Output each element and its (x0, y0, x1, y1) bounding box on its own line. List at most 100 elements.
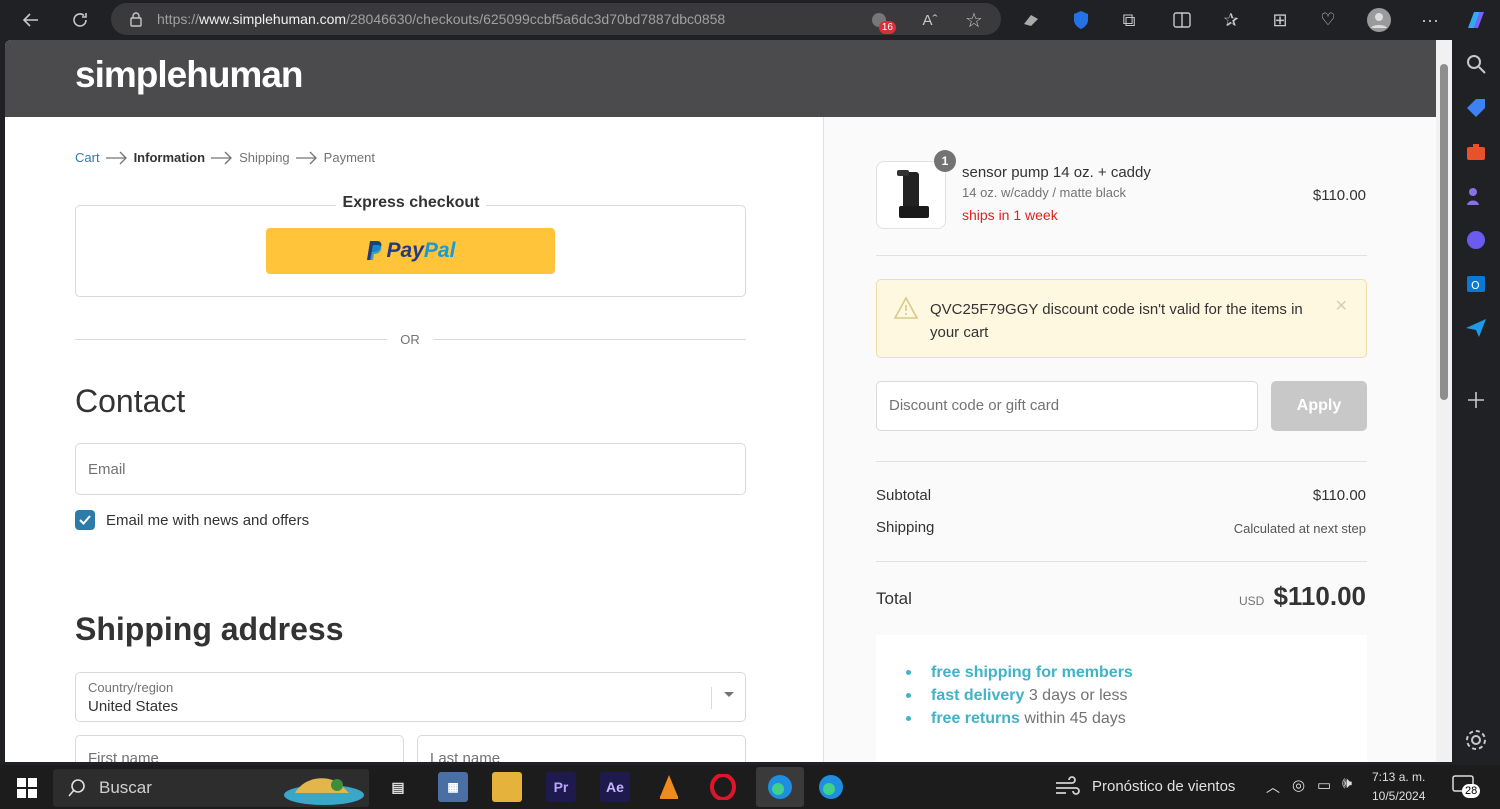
breadcrumb-arrow-icon (105, 151, 127, 164)
extension-shield-icon[interactable]: 16 (868, 8, 896, 34)
search-highlight-island-icon (284, 778, 364, 805)
checkout-main: Cart Information Shipping Payment Expres… (5, 117, 823, 762)
after-effects-icon[interactable]: Ae (600, 772, 630, 802)
last-name-field[interactable]: Last name (417, 735, 746, 762)
close-icon[interactable]: ✕ (1335, 296, 1348, 316)
page-scrollbar[interactable] (1436, 40, 1452, 762)
read-aloud-icon[interactable]: Aˆ (918, 8, 942, 32)
svg-text:O: O (1471, 279, 1480, 292)
vpn-shield-icon[interactable] (1069, 8, 1093, 32)
apply-button[interactable]: Apply (1271, 381, 1367, 431)
notification-center[interactable]: 28 (1452, 775, 1481, 799)
newsletter-checkbox-row[interactable]: Email me with news and offers (75, 510, 309, 530)
perk-highlight: free returns (931, 710, 1020, 727)
first-name-field[interactable]: First name (75, 735, 404, 762)
newsletter-checkbox[interactable] (75, 510, 95, 530)
volume-icon[interactable]: 🕪 (1342, 775, 1352, 793)
divider (876, 561, 1367, 562)
calculator-icon[interactable]: ▦ (438, 772, 468, 802)
perk-text: within 45 days (1019, 710, 1126, 727)
warning-text: QVC25F79GGY discount code isn't valid fo… (930, 301, 1303, 341)
weather-widget[interactable]: Pronóstico de vientos (1054, 776, 1235, 796)
notification-count: 28 (1462, 784, 1481, 798)
extension-icon[interactable] (1019, 8, 1043, 32)
paypal-button[interactable]: Pay Pal (266, 228, 555, 274)
order-summary: 1 sensor pump 14 oz. + caddy 14 oz. w/ca… (823, 117, 1436, 762)
breadcrumb-cart[interactable]: Cart (75, 150, 100, 165)
clock-date: 10/5/2024 (1372, 789, 1426, 803)
shopping-tag-icon[interactable] (1464, 96, 1488, 120)
games-icon[interactable] (1464, 184, 1488, 208)
discount-code-input[interactable]: Discount code or gift card (876, 381, 1258, 431)
taskbar-search[interactable]: Buscar (53, 769, 369, 807)
weather-text: Pronóstico de vientos (1092, 777, 1236, 795)
tools-icon[interactable] (1464, 140, 1488, 164)
premiere-icon[interactable]: Pr (546, 772, 576, 802)
last-name-placeholder: Last name (430, 750, 501, 762)
country-select[interactable]: Country/region United States (75, 672, 746, 722)
send-icon[interactable] (1464, 316, 1488, 340)
total-label: Total (876, 589, 912, 608)
favorites-icon[interactable]: ✰ (1219, 8, 1243, 32)
windows-start-icon[interactable] (17, 778, 37, 798)
shipping-label: Shipping (876, 519, 935, 536)
country-value: United States (88, 698, 179, 715)
discount-placeholder: Discount code or gift card (889, 397, 1060, 414)
copilot-icon[interactable] (1464, 8, 1488, 32)
opera-icon[interactable] (708, 772, 738, 802)
split-screen-icon[interactable] (1170, 8, 1194, 32)
bullet-icon (906, 670, 911, 675)
or-divider: OR (75, 329, 746, 349)
page-viewport: simplehuman Cart Information Shipping Pa… (5, 40, 1436, 762)
search-icon[interactable] (1464, 52, 1488, 76)
network-icon[interactable]: ▭ (1317, 776, 1331, 794)
breadcrumb-information: Information (133, 150, 206, 165)
favorite-star-icon[interactable]: ☆ (962, 8, 986, 32)
wind-icon (1056, 776, 1080, 795)
add-icon[interactable] (1464, 388, 1488, 412)
copilot-app-icon[interactable] (1464, 228, 1488, 252)
express-checkout-title: Express checkout (336, 194, 486, 212)
tray-chevron-icon[interactable]: ︿ (1266, 777, 1280, 797)
profile-avatar-icon[interactable] (1367, 8, 1391, 32)
product-thumbnail (876, 161, 946, 229)
or-text: OR (400, 332, 420, 347)
list-item: free returns within 45 days (906, 707, 1133, 730)
express-checkout-box: Express checkout Pay Pal (75, 194, 746, 297)
divider (876, 461, 1367, 462)
subtotal-label: Subtotal (876, 487, 932, 504)
site-logo[interactable]: simplehuman (75, 54, 303, 96)
clock-time: 7:13 a. m. (1372, 770, 1426, 784)
product-variant: 14 oz. w/caddy / matte black (962, 185, 1127, 200)
collections-icon[interactable]: ⊞ (1268, 8, 1292, 32)
quantity-badge: 1 (934, 150, 956, 172)
refresh-icon[interactable] (64, 4, 96, 36)
taskbar-clock[interactable]: 7:13 a. m. 10/5/2024 (1372, 768, 1425, 806)
outlook-icon[interactable]: O (1464, 272, 1488, 296)
divider (876, 255, 1367, 256)
paypal-logo-icon (366, 241, 381, 260)
breadcrumb-shipping: Shipping (239, 150, 290, 165)
more-options-icon[interactable]: ··· (1418, 8, 1442, 32)
browser-essentials-icon[interactable]: ♡ (1316, 8, 1340, 32)
product-name: sensor pump 14 oz. + caddy (962, 164, 1151, 181)
bullet-icon (906, 693, 911, 698)
task-view-icon[interactable]: ▤ (383, 772, 413, 802)
total-value: $110.00 (1273, 581, 1366, 611)
scrollbar-thumb[interactable] (1440, 64, 1448, 400)
email-field[interactable]: Email (75, 443, 746, 495)
settings-gear-icon[interactable] (1464, 728, 1488, 752)
edge-icon[interactable] (816, 772, 846, 802)
edge-active-icon[interactable] (756, 767, 804, 807)
file-explorer-icon[interactable] (492, 772, 522, 802)
windows-taskbar: Buscar ▤ ▦ Pr Ae Pronóstico de vientos ︿… (0, 765, 1500, 809)
discount-warning-banner: QVC25F79GGY discount code isn't valid fo… (876, 279, 1367, 358)
breadcrumb-arrow-icon (211, 151, 232, 164)
puzzle-icon[interactable]: ⧉ (1117, 8, 1141, 32)
subtotal-value: $110.00 (1312, 487, 1366, 504)
back-icon[interactable] (15, 4, 47, 36)
chevron-down-icon (724, 692, 734, 697)
breadcrumb-payment: Payment (323, 150, 375, 165)
meet-icon[interactable]: ◎ (1292, 776, 1305, 794)
vlc-icon[interactable] (654, 772, 684, 802)
